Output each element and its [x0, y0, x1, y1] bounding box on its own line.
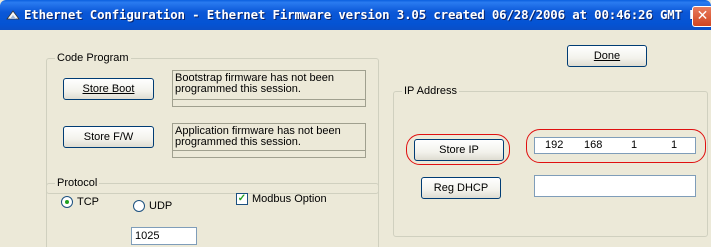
app-icon	[6, 10, 20, 20]
code-program-legend: Code Program	[55, 52, 131, 65]
store-ip-button[interactable]: Store IP	[414, 139, 504, 161]
tcp-label[interactable]: TCP	[77, 196, 99, 209]
fw-status-box: Application firmware has not been progra…	[172, 123, 366, 151]
ip-octet-2: 168	[584, 139, 603, 151]
ip-octet-1: 192	[545, 139, 564, 151]
close-button[interactable]: ✕	[692, 6, 711, 27]
reg-dhcp-label: Reg DHCP	[433, 182, 489, 194]
window-title: Ethernet Configuration - Ethernet Firmwa…	[24, 7, 711, 22]
store-ip-label: Store IP	[439, 144, 479, 156]
protocol-group: Protocol	[46, 177, 379, 247]
port-input[interactable]: 1025	[131, 227, 197, 245]
ip-address-legend: IP Address	[402, 85, 459, 98]
ip-octet-3: 1	[631, 139, 638, 151]
client-area: Code Program Store Boot Bootstrap firmwa…	[0, 30, 711, 247]
protocol-legend: Protocol	[55, 177, 100, 190]
udp-label[interactable]: UDP	[149, 200, 172, 213]
boot-status-text: Bootstrap firmware has not been programm…	[175, 72, 334, 95]
udp-radio[interactable]	[133, 200, 145, 212]
modbus-checkbox[interactable]: ✓	[236, 193, 248, 205]
boot-status-box: Bootstrap firmware has not been programm…	[172, 70, 366, 100]
store-fw-label: Store F/W	[83, 131, 134, 143]
done-button[interactable]: Done	[567, 45, 647, 67]
boot-progress-bar	[172, 99, 366, 107]
tcp-radio[interactable]	[61, 196, 73, 208]
reg-dhcp-button[interactable]: Reg DHCP	[421, 177, 501, 199]
ip-octet-4: 1	[671, 139, 678, 151]
ip-address-input[interactable]: 192 168 1 1	[534, 137, 696, 154]
dhcp-input[interactable]	[534, 175, 696, 197]
modbus-label[interactable]: Modbus Option	[252, 193, 327, 206]
store-boot-mnemonic: Store Boot	[82, 83, 135, 95]
fw-progress-bar	[172, 150, 366, 158]
store-boot-button[interactable]: Store Boot	[63, 78, 154, 100]
fw-status-text: Application firmware has not been progra…	[175, 125, 341, 148]
store-fw-button[interactable]: Store F/W	[63, 126, 154, 148]
done-label: Done	[593, 50, 621, 62]
ip-address-group: IP Address	[393, 85, 708, 237]
title-bar[interactable]: Ethernet Configuration - Ethernet Firmwa…	[0, 0, 711, 30]
